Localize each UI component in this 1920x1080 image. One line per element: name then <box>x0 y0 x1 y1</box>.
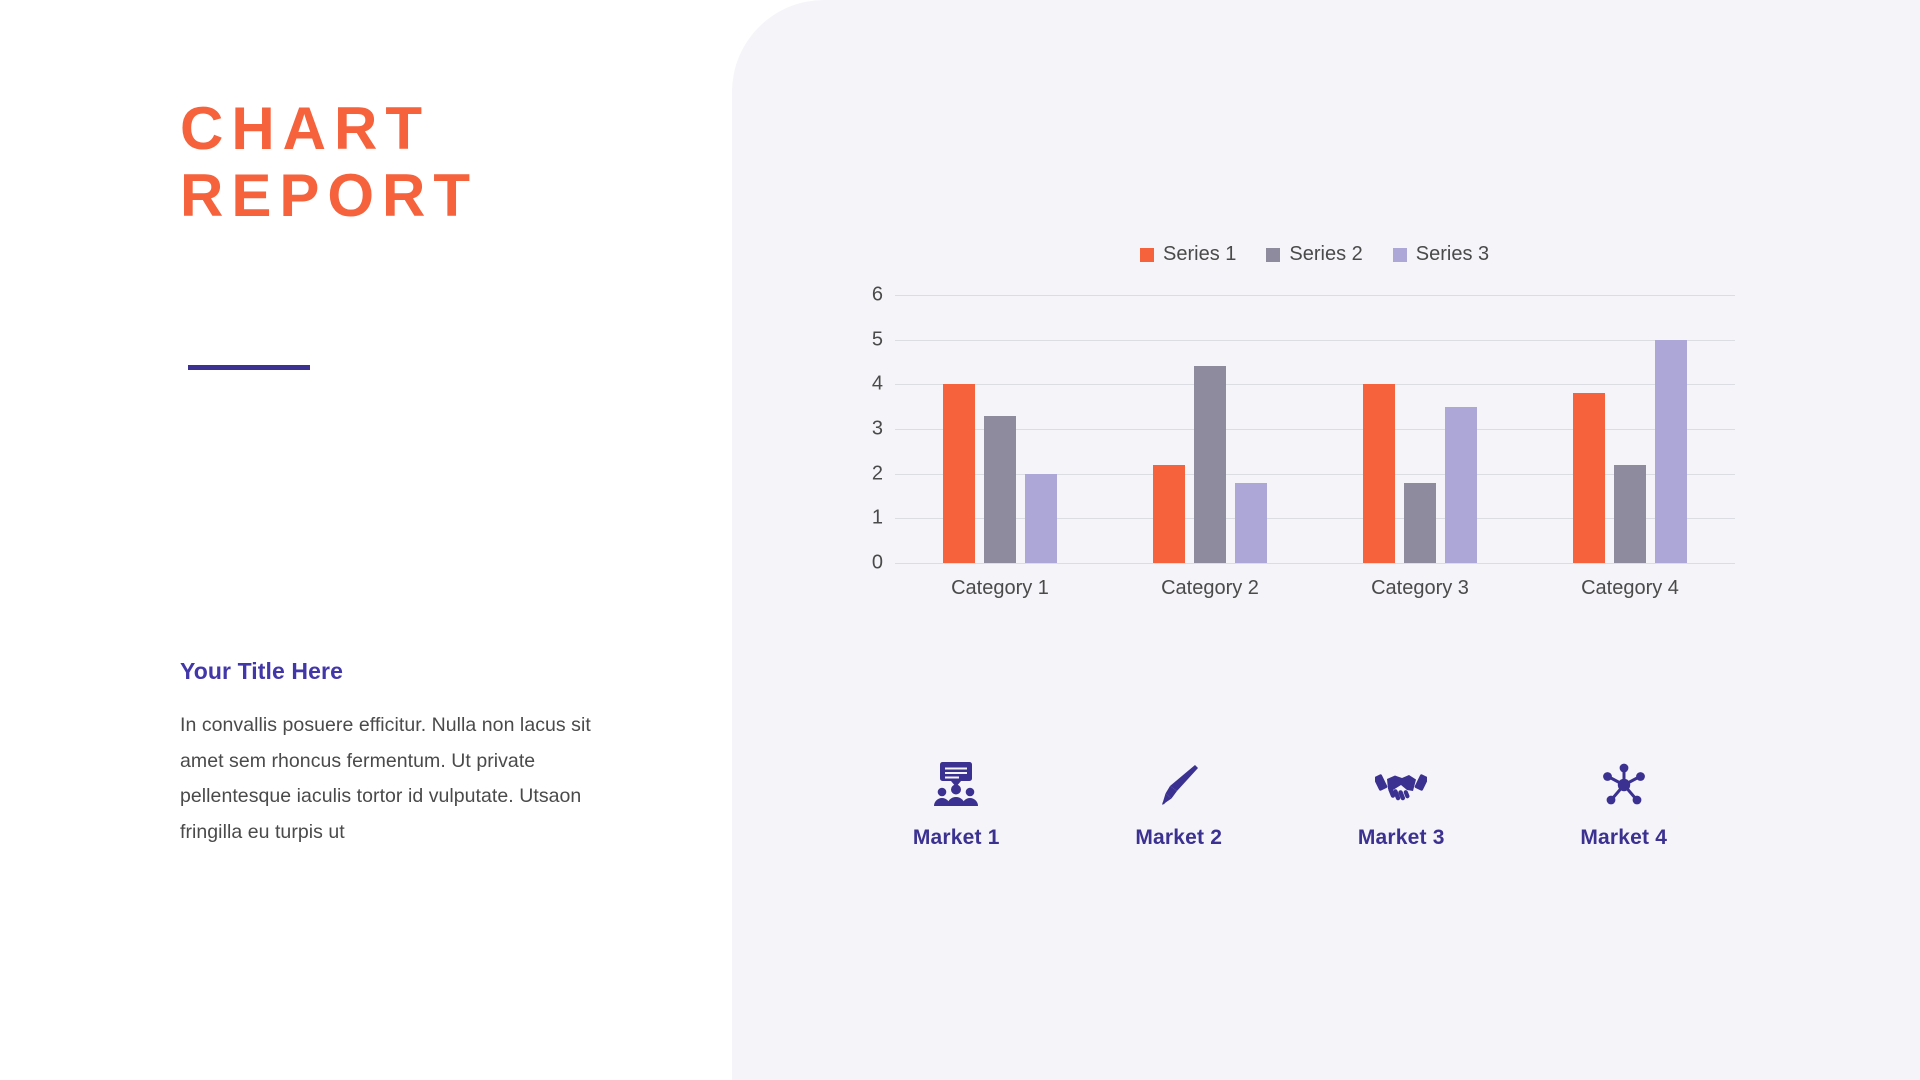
y-axis-tick-label: 1 <box>871 506 883 529</box>
section-body-text: In convallis posuere efficitur. Nulla no… <box>180 714 591 843</box>
bar-group <box>895 295 1105 563</box>
page-title-line-1: CHART <box>180 95 430 162</box>
bar-group <box>1525 295 1735 563</box>
x-axis-category-label: Category 2 <box>1161 577 1259 599</box>
chart-bar[interactable] <box>1025 473 1057 563</box>
title-divider <box>188 365 310 370</box>
legend-label: Series 2 <box>1289 243 1363 265</box>
chart-bar[interactable] <box>1445 406 1477 563</box>
y-axis-tick-label: 2 <box>871 462 883 485</box>
bar-group <box>1105 295 1315 563</box>
network-hub-icon <box>1597 760 1651 810</box>
x-axis-category-label: Category 1 <box>951 577 1049 599</box>
chart-bar[interactable] <box>1573 393 1605 563</box>
legend-item[interactable]: Series 3 <box>1392 243 1490 266</box>
market-item[interactable]: Market 4 <box>1513 760 1736 850</box>
market-item[interactable]: Market 1 <box>845 760 1068 850</box>
legend-label: Series 3 <box>1415 243 1490 265</box>
y-axis-tick-label: 5 <box>871 328 883 351</box>
market-label: Market 1 <box>912 826 1000 849</box>
y-axis-tick-label: 4 <box>871 372 883 395</box>
y-axis-tick-label: 0 <box>871 551 883 574</box>
market-label: Market 3 <box>1357 826 1445 849</box>
market-item[interactable]: Market 2 <box>1068 760 1291 850</box>
bar-chart: 6543210 Category 1 Category 2 Category 3 Ca… <box>845 284 1735 615</box>
y-axis-tick-label: 3 <box>871 417 883 440</box>
page-title: CHART REPORT <box>180 95 700 229</box>
chart-x-axis-labels: Category 1 Category 2 Category 3 Category 4 <box>895 577 1735 600</box>
market-item[interactable]: Market 3 <box>1290 760 1513 850</box>
chart-bar-groups <box>895 295 1735 563</box>
market-label: Market 2 <box>1135 826 1223 849</box>
legend-swatch-icon <box>1140 247 1154 262</box>
legend-swatch-icon <box>1266 247 1281 262</box>
section-subtitle: Your Title Here <box>180 658 343 684</box>
gridline <box>895 563 1735 564</box>
chart-plot-area <box>895 295 1735 564</box>
fountain-pen-icon <box>1152 760 1206 810</box>
chart-y-axis: 6 5 4 3 2 1 0 <box>845 284 883 574</box>
chart-bar[interactable] <box>1153 464 1185 563</box>
chart-bar[interactable] <box>1655 339 1687 563</box>
bar-group <box>1315 295 1525 563</box>
chart-bar[interactable] <box>1404 482 1436 563</box>
legend-label: Series 1 <box>1163 243 1237 265</box>
chart-bar[interactable] <box>1194 366 1226 563</box>
chart-bar[interactable] <box>1363 384 1395 563</box>
legend-item[interactable]: Series 2 <box>1266 243 1363 266</box>
legend-item[interactable]: Series 1 <box>1140 243 1236 266</box>
chart-bar[interactable] <box>943 384 975 563</box>
chart-bar[interactable] <box>1614 464 1646 563</box>
page-title-line-2: REPORT <box>180 162 479 230</box>
handshake-icon <box>1374 760 1428 810</box>
market-label: Market 4 <box>1580 826 1668 849</box>
y-axis-tick-label: 6 <box>871 283 883 306</box>
x-axis-category-label: Category 3 <box>1371 577 1469 599</box>
chart-bar[interactable] <box>1235 482 1267 563</box>
presentation-audience-icon <box>929 760 983 810</box>
markets-row: Market 1 Market 2 Market 3 Market 4 <box>845 760 1735 850</box>
legend-swatch-icon <box>1392 247 1407 262</box>
chart-bar[interactable] <box>984 415 1016 563</box>
x-axis-category-label: Category 4 <box>1581 577 1679 599</box>
slide-canvas: CHART REPORT Your Title Here In convalli… <box>0 0 1920 1080</box>
left-column: CHART REPORT Your Title Here In convalli… <box>0 0 732 1080</box>
chart-legend: Series 1 Series 2 Series 3 <box>1140 243 1489 266</box>
